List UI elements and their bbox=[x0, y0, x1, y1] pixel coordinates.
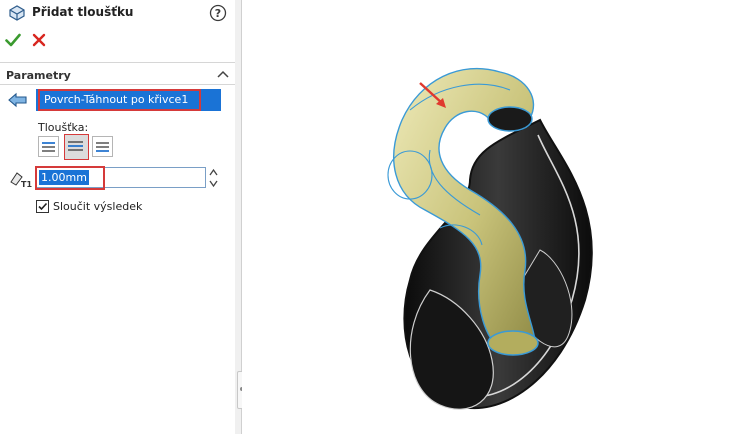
surface-selection-icon bbox=[8, 92, 27, 108]
thicken-side2-button[interactable] bbox=[92, 136, 113, 157]
cancel-x-button[interactable] bbox=[32, 33, 46, 47]
section-title-parameters: Parametry bbox=[6, 69, 71, 82]
thicken-feature-icon bbox=[9, 5, 25, 21]
tube-end-edge-bottom[interactable] bbox=[487, 330, 539, 356]
panel-splitter[interactable] bbox=[235, 0, 242, 434]
surface-selection-item[interactable]: Povrch-Táhnout po křivce1 bbox=[38, 89, 201, 111]
section-separator bbox=[0, 62, 235, 63]
collapse-chevron-up-icon[interactable] bbox=[217, 70, 229, 79]
thicken-side2-icon bbox=[96, 142, 109, 152]
thicken-both-sides-button[interactable] bbox=[64, 134, 89, 160]
panel-title: Přidat tloušťku bbox=[32, 5, 134, 19]
section-header-underline bbox=[0, 84, 235, 85]
model-3d-view[interactable] bbox=[242, 0, 750, 434]
thicken-both-sides-icon bbox=[68, 141, 83, 151]
spin-down-icon bbox=[209, 180, 218, 188]
spin-up-icon bbox=[209, 168, 218, 176]
thickness-t1-icon: T1 bbox=[10, 172, 32, 189]
checkbox-check-icon bbox=[38, 202, 48, 211]
property-manager-panel: Přidat tloušťku ? Parametry Povrch-Táhno… bbox=[0, 0, 236, 434]
thickness-t1-label: T1 bbox=[21, 180, 32, 189]
graphics-viewport[interactable] bbox=[242, 0, 750, 434]
thickness-label: Tloušťka: bbox=[38, 121, 89, 134]
merge-result-checkbox[interactable] bbox=[36, 200, 49, 213]
tube-end-edge-top[interactable] bbox=[487, 106, 533, 132]
ok-checkmark-button[interactable] bbox=[5, 33, 21, 47]
thickness-value[interactable]: 1.00mm bbox=[39, 170, 89, 185]
svg-text:?: ? bbox=[215, 7, 221, 20]
thicken-side1-icon bbox=[42, 142, 55, 152]
thickness-spinner[interactable] bbox=[208, 167, 219, 189]
help-icon[interactable]: ? bbox=[209, 4, 227, 22]
thicken-side1-button[interactable] bbox=[38, 136, 59, 157]
merge-result-label: Sloučit výsledek bbox=[53, 200, 143, 213]
